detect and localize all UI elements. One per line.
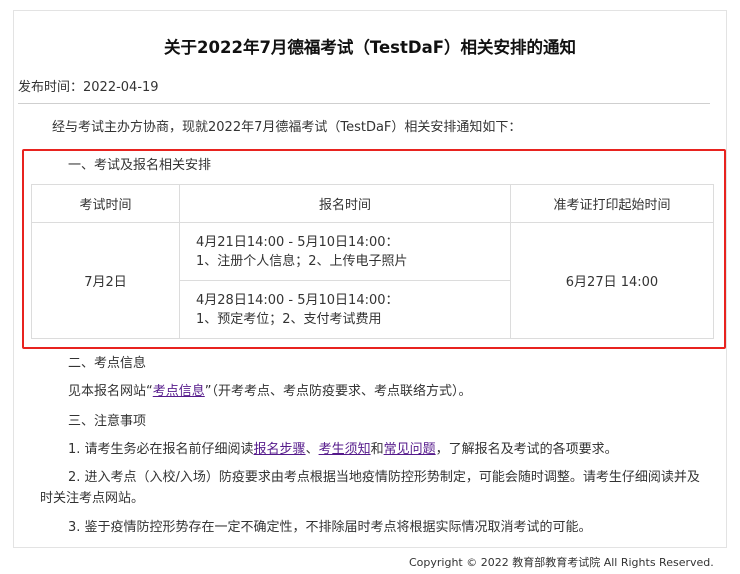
text: ，了解报名及考试的各项要求。 [435, 442, 618, 457]
notice-title: 关于2022年7月德福考试（TestDaF）相关安排的通知 [164, 38, 576, 57]
admission-print-cell: 6月27日 14:00 [510, 222, 714, 339]
registration-period-cell: 4月21日14:00 - 5月10日14:00： 1、注册个人信息；2、上传电子… [179, 222, 511, 281]
registration-period-tasks: 1、预定考位；2、支付考试费用 [196, 311, 382, 327]
schedule-table: 考试时间 报名时间 准考证打印起始时间 7月2日 4月21日14:00 - 5月… [31, 184, 714, 339]
publish-date: 发布时间：2022-04-19 [18, 80, 159, 95]
test-center-paragraph: 见本报名网站“考点信息”（开考考点、考点防疫要求、考点联络方式）。 [68, 380, 472, 399]
faq-link[interactable]: 常见问题 [384, 442, 436, 457]
test-center-info-link[interactable]: 考点信息 [153, 384, 205, 399]
note-item-1: 1. 请考生务必在报名前仔细阅读报名步骤、考生须知和常见问题，了解报名及考试的各… [68, 438, 618, 457]
text: 见本报名网站“ [68, 384, 153, 399]
divider [18, 103, 710, 104]
header-exam-date: 考试时间 [31, 184, 180, 223]
registration-period-tasks: 1、注册个人信息；2、上传电子照片 [196, 253, 408, 269]
text: 和 [370, 442, 384, 457]
registration-steps-link[interactable]: 报名步骤 [254, 442, 306, 457]
section-heading-test-centers: 二、考点信息 [68, 356, 147, 371]
section-heading-notes: 三、注意事项 [68, 414, 147, 429]
header-admission-print-time: 准考证打印起始时间 [510, 184, 714, 223]
header-registration-time: 报名时间 [179, 184, 511, 223]
note-item-3: 3. 鉴于疫情防控形势存在一定不确定性，不排除届时考点将根据实际情况取消考试的可… [68, 520, 592, 535]
note-item-2: 2. 进入考点（入校/入场）防疫要求由考点根据当地疫情防控形势制定，可能会随时调… [40, 470, 700, 506]
registration-period-time: 4月28日14:00 - 5月10日14:00： [196, 292, 399, 308]
registration-period-cell: 4月28日14:00 - 5月10日14:00： 1、预定考位；2、支付考试费用 [179, 280, 511, 339]
text: ”（开考考点、考点防疫要求、考点联络方式）。 [204, 384, 472, 399]
text: 1. 请考生务必在报名前仔细阅读 [68, 442, 254, 457]
table-header-row: 考试时间 报名时间 准考证打印起始时间 [31, 184, 714, 223]
intro-paragraph: 经与考试主办方协商，现就2022年7月德福考试（TestDaF）相关安排通知如下… [52, 120, 522, 135]
registration-period-time: 4月21日14:00 - 5月10日14:00： [196, 234, 399, 250]
copyright-footer: Copyright © 2022 教育部教育考试院 All Rights Res… [409, 556, 714, 569]
candidate-notice-link[interactable]: 考生须知 [319, 442, 371, 457]
table-row: 7月2日 4月21日14:00 - 5月10日14:00： 1、注册个人信息；2… [31, 222, 714, 339]
exam-date-cell: 7月2日 [31, 222, 180, 339]
text: 、 [305, 442, 319, 457]
section-heading-exam-arrangement: 一、考试及报名相关安排 [68, 158, 212, 173]
